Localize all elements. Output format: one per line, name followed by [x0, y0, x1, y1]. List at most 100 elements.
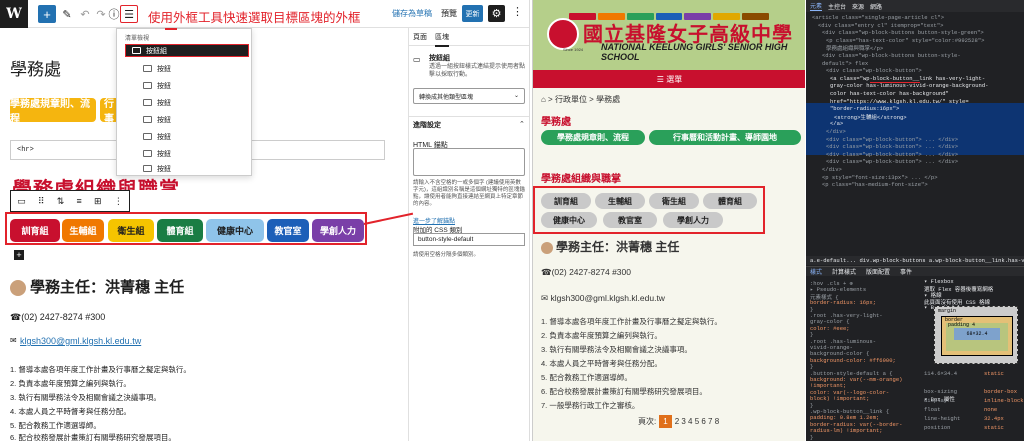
block-more-icon[interactable]: ⋮ — [114, 196, 123, 207]
settings-gear-icon[interactable]: ⚙ — [488, 5, 505, 22]
list-view-icon[interactable]: ☰ — [120, 5, 138, 23]
color-button-1[interactable]: 訓育組 — [10, 219, 60, 242]
dom-line[interactable]: <div class="wp-block-button"> ... </div> — [826, 143, 958, 150]
style-rule-line[interactable]: radius-lm) !important; — [810, 427, 883, 434]
dom-line[interactable]: "border-radius:16px"> — [830, 105, 899, 112]
list-item-button-group[interactable]: 按鈕組 — [125, 44, 249, 57]
align-icon[interactable]: ⊞ — [94, 196, 102, 207]
list-item[interactable]: 按鈕 — [137, 147, 249, 160]
dom-line[interactable]: gray-color has-luminous-vivid-orange-bac… — [830, 82, 988, 89]
preview-button[interactable]: 預覽 — [441, 8, 457, 19]
page-title[interactable]: 學務處 — [10, 55, 61, 80]
save-draft-button[interactable]: 儲存為草稿 — [392, 8, 432, 19]
gray-button-5[interactable]: 健康中心 — [541, 212, 597, 228]
breadcrumb[interactable]: ⌂ > 行政單位 > 學務處 — [541, 94, 620, 105]
dom-line[interactable]: <div class="wp-block-button"> — [826, 67, 922, 74]
dom-line[interactable]: </div> — [826, 128, 846, 135]
html-anchor-input[interactable] — [413, 148, 525, 176]
dom-line[interactable]: </a> — [830, 120, 843, 127]
dom-line[interactable]: <strong>生輔組</strong> — [834, 113, 907, 121]
dom-line[interactable]: href="https://www.klgsh.kl.edu.tw/" styl… — [830, 98, 969, 105]
gray-button-1[interactable]: 訓育組 — [541, 193, 591, 209]
director-text[interactable]: 學務主任：洪菁穗 主任 — [30, 279, 184, 296]
dom-line[interactable]: color has-text-color has-background" — [830, 90, 949, 97]
email-link[interactable]: klgsh300@gml.klgsh.kl.edu.tw — [20, 336, 141, 346]
move-arrows-icon[interactable]: ⇅ — [57, 196, 65, 207]
gray-button-2[interactable]: 生輔組 — [595, 193, 645, 209]
gray-button-6[interactable]: 教官室 — [603, 212, 657, 228]
style-rule-line[interactable]: color: #eee; — [810, 325, 850, 332]
edit-tool-icon[interactable]: ✎ — [58, 5, 76, 23]
tab-sources[interactable]: 來源 — [852, 2, 864, 11]
css-class-input[interactable]: button-style-default — [413, 233, 525, 246]
dom-line[interactable]: <a class="wp-block-button__link has-very… — [830, 75, 985, 82]
gray-button-3[interactable]: 衛生組 — [649, 193, 699, 209]
gray-button-4[interactable]: 體育組 — [703, 193, 757, 209]
duty-item-4[interactable]: 4. 本處人員之平時督考與任務分配。 — [10, 406, 131, 417]
style-rule-line[interactable]: background-color: #ff6900; — [810, 357, 896, 364]
dom-line[interactable]: <p style="font-size:13px"> ... </p> — [822, 174, 938, 181]
color-button-5[interactable]: 健康中心 — [206, 219, 264, 242]
justify-icon[interactable]: ≡ — [77, 196, 82, 206]
green-button-1[interactable]: 學務處規章則、流程 — [541, 130, 645, 145]
pager-pages[interactable]: 2 3 4 5 6 7 8 — [675, 417, 719, 426]
list-item[interactable]: 按鈕 — [137, 130, 249, 143]
tab-console[interactable]: 主控台 — [828, 2, 846, 11]
color-button-2[interactable]: 生輔組 — [62, 219, 104, 242]
transform-select[interactable]: 轉換成其他類型區塊 ⌄ — [413, 88, 525, 104]
section-heading[interactable]: 學務處組織與職掌 — [12, 176, 180, 190]
color-button-3[interactable]: 衛生組 — [108, 219, 154, 242]
chevron-up-icon[interactable]: ⌃ — [519, 120, 525, 128]
dom-line[interactable]: <p class="has-medium-font-size"> — [822, 181, 928, 188]
phone-text[interactable]: (02) 2427-8274 #300 — [21, 312, 105, 322]
gray-button-7[interactable]: 學創人力 — [663, 212, 723, 228]
color-button-7[interactable]: 學創人力 — [312, 219, 364, 242]
advanced-toggle[interactable]: 進階設定 — [413, 120, 441, 130]
color-button-6[interactable]: 教官室 — [267, 219, 309, 242]
school-logo[interactable] — [547, 18, 579, 50]
duty-item-2[interactable]: 2. 負責本處年度預算之編列與執行。 — [10, 378, 131, 389]
tab-computed[interactable]: 計算樣式 — [832, 267, 856, 276]
more-options-icon[interactable]: ⋮ — [512, 5, 523, 18]
yellow-button-1[interactable]: 學務處規章則、流程 — [10, 98, 96, 125]
site-email[interactable]: ✉ klgsh300@gml.klgsh.kl.edu.tw — [541, 293, 665, 304]
dom-line[interactable]: <p class="has-text-color" style="color:#… — [826, 37, 984, 44]
pager-current[interactable]: 1 — [659, 415, 672, 428]
list-item[interactable]: 按鈕 — [137, 96, 249, 109]
duty-item-6[interactable]: 6. 配合校務發展計畫策訂有關學務研究發展項目。 — [10, 432, 176, 441]
duty-item-5[interactable]: 5. 配合教務工作適選導師。 — [10, 420, 101, 431]
update-button[interactable]: 更新 — [462, 5, 483, 22]
add-block-inline-icon[interactable]: + — [14, 250, 24, 260]
tab-styles[interactable]: 樣式 — [810, 267, 822, 276]
menu-button[interactable]: ☰ 選單 — [533, 70, 805, 88]
tab-events[interactable]: 事件 — [900, 267, 912, 276]
wordpress-logo-icon[interactable]: W — [0, 0, 28, 28]
dom-line[interactable]: <div class="wp-block-button"> ... </div> — [826, 136, 958, 143]
list-item[interactable]: 按鈕 — [137, 79, 249, 92]
tab-layout[interactable]: 版面配置 — [866, 267, 890, 276]
tab-network[interactable]: 網路 — [870, 2, 882, 11]
dom-line[interactable]: default"> flex — [822, 60, 868, 67]
style-rule-line[interactable]: border-radius: 16px; — [810, 299, 876, 306]
tab-elements[interactable]: 元素 — [810, 1, 823, 11]
dom-line[interactable]: <div class="entry cl" itemprop="text"> — [818, 22, 943, 29]
tab-block[interactable]: 區塊 — [435, 32, 449, 47]
duty-item-1[interactable]: 1. 督導本處各項年度工作計畫及行事曆之擬定與執行。 — [10, 364, 191, 375]
dom-line[interactable]: </div> — [822, 166, 842, 173]
duty-item-3[interactable]: 3. 執行有關學務法令及相關會議之決議事項。 — [10, 392, 161, 403]
block-type-icon[interactable]: ▭ — [17, 196, 26, 207]
dom-line[interactable]: <article class="single-page-article cl"> — [812, 14, 944, 21]
style-rule-line[interactable]: block) !important; — [810, 395, 869, 402]
dom-line[interactable]: <div class="wp-block-button"> ... </div> — [826, 151, 958, 158]
drag-handle-icon[interactable]: ⠿ — [38, 196, 45, 207]
dom-line[interactable]: <div class="wp-block-buttons button-styl… — [822, 29, 984, 36]
green-button-2[interactable]: 行事曆和活動計畫、導師園地 — [649, 130, 801, 145]
tab-page[interactable]: 頁面 — [413, 32, 427, 42]
dom-breadcrumb[interactable]: a.e-default... div.wp-block-buttons a.wp… — [806, 256, 1024, 265]
dom-line[interactable]: <div class="wp-block-button"> ... </div> — [826, 158, 958, 165]
list-item[interactable]: 按鈕 — [137, 113, 249, 126]
style-rule-line[interactable]: } — [810, 434, 813, 441]
dom-line[interactable]: <div class="wp-block-buttons button-styl… — [822, 52, 961, 59]
color-button-4[interactable]: 體育組 — [157, 219, 203, 242]
list-item[interactable]: 按鈕 — [137, 62, 249, 75]
